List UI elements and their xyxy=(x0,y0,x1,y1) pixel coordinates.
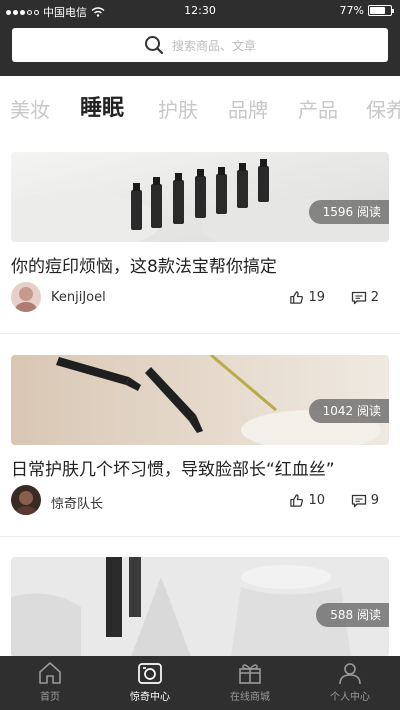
nav-label: 个人中心 xyxy=(330,692,370,703)
thumbs-up-icon xyxy=(290,291,304,304)
like-button[interactable]: 10 xyxy=(289,493,325,508)
search-icon xyxy=(144,36,164,55)
author-name[interactable]: 惊奇队长 xyxy=(51,493,103,512)
comment-button[interactable]: 2 xyxy=(351,290,379,305)
divider xyxy=(0,333,400,334)
tab-shuimian[interactable]: 睡眠 xyxy=(80,90,124,122)
tab-pinpai[interactable]: 品牌 xyxy=(228,94,268,123)
comment-icon xyxy=(351,291,366,304)
comment-button[interactable]: 9 xyxy=(351,493,379,508)
tab-chanpin[interactable]: 产品 xyxy=(298,94,338,123)
status-bar: 中国电信 12:30 77% xyxy=(0,0,400,22)
bottom-nav: 首页 惊奇中心 在线商城 个人中心 xyxy=(0,656,400,710)
article-image[interactable] xyxy=(11,152,389,242)
article-title[interactable]: 日常护肤几个坏习惯，导致脸部长“红血丝” xyxy=(11,455,335,480)
top-bar: 中国电信 12:30 77% 搜索商品、文章 xyxy=(0,0,400,76)
battery-icon xyxy=(368,5,394,16)
article-title[interactable]: 你的痘印烦恼，这8款法宝帮你搞定 xyxy=(11,252,277,277)
home-icon xyxy=(39,662,61,684)
avatar[interactable] xyxy=(11,485,41,515)
divider xyxy=(0,536,400,537)
article-card[interactable]: 1596 阅读 你的痘印烦恼，这8款法宝帮你搞定 KenjiJoel 19 2 xyxy=(11,152,389,317)
avatar[interactable] xyxy=(11,282,41,312)
like-count: 19 xyxy=(308,290,325,305)
article-card[interactable]: 1042 阅读 日常护肤几个坏习惯，导致脸部长“红血丝” 惊奇队长 10 9 xyxy=(11,355,389,520)
read-count-badge: 588 阅读 xyxy=(316,603,389,627)
thumbs-up-icon xyxy=(290,494,304,507)
nav-home[interactable]: 首页 xyxy=(0,656,100,710)
camera-icon xyxy=(138,663,162,684)
nav-discovery-center[interactable]: 惊奇中心 xyxy=(100,656,200,710)
battery-percent: 77% xyxy=(339,4,364,17)
author-name[interactable]: KenjiJoel xyxy=(51,290,106,305)
tab-meizhuang[interactable]: 美妆 xyxy=(10,94,50,123)
nav-label: 惊奇中心 xyxy=(130,692,170,703)
nav-profile[interactable]: 个人中心 xyxy=(300,656,400,710)
comment-count: 9 xyxy=(370,493,379,508)
category-tabs: 美妆 睡眠 护肤 品牌 产品 保养 xyxy=(0,88,400,130)
comment-icon xyxy=(351,494,366,507)
search-placeholder: 搜索商品、文章 xyxy=(171,38,256,53)
tab-baoyang[interactable]: 保养 xyxy=(366,94,400,123)
article-meta: KenjiJoel 19 2 xyxy=(11,282,389,314)
comment-count: 2 xyxy=(370,290,379,305)
like-button[interactable]: 19 xyxy=(289,290,325,305)
nav-label: 首页 xyxy=(40,692,60,703)
read-count-badge: 1596 阅读 xyxy=(308,200,389,224)
tab-hufu[interactable]: 护肤 xyxy=(158,94,198,123)
person-icon xyxy=(339,663,361,685)
battery-level xyxy=(370,7,386,14)
read-count-badge: 1042 阅读 xyxy=(308,399,389,423)
article-meta: 惊奇队长 10 9 xyxy=(11,485,389,517)
like-count: 10 xyxy=(308,493,325,508)
article-card[interactable]: 588 阅读 xyxy=(11,557,389,657)
search-input[interactable]: 搜索商品、文章 xyxy=(12,28,388,62)
nav-online-mall[interactable]: 在线商城 xyxy=(200,656,300,710)
gift-icon xyxy=(239,664,261,684)
nav-label: 在线商城 xyxy=(230,692,270,703)
